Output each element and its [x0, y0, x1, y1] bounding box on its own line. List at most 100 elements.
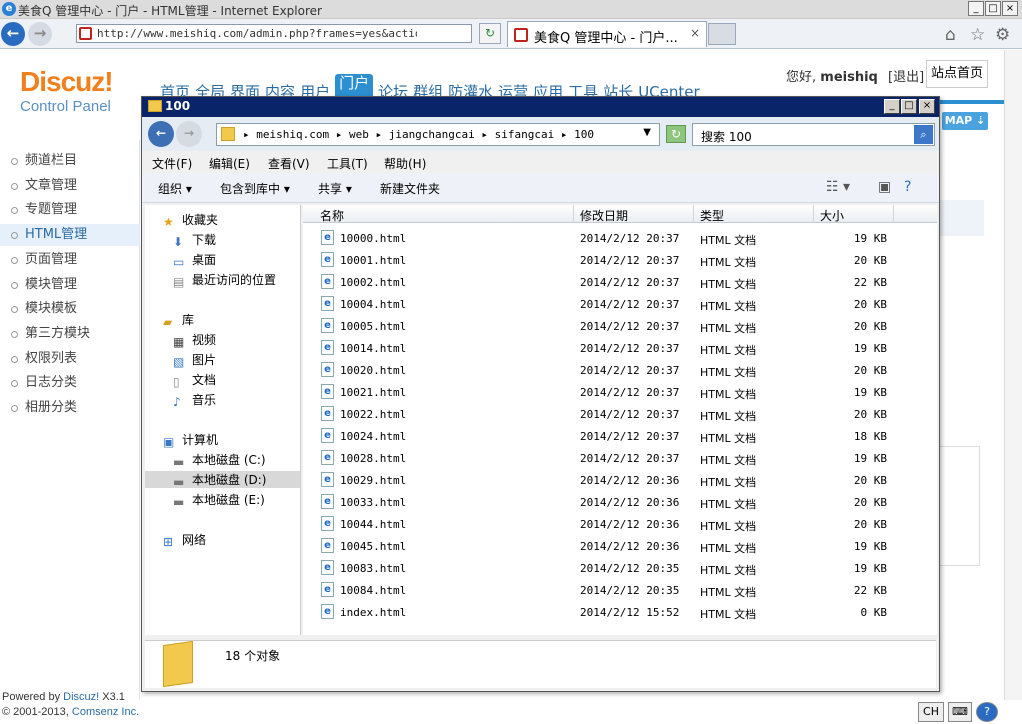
column-divider[interactable] — [813, 205, 814, 223]
file-row[interactable]: e index.html 2014/2/12 15:52 HTML 文档 0 KB — [303, 601, 937, 623]
column-header[interactable]: 名称 — [320, 207, 344, 224]
explorer-minimize-button[interactable]: _ — [884, 99, 900, 114]
logout-link[interactable]: [退出] — [888, 70, 924, 85]
file-row[interactable]: e 10044.html 2014/2/12 20:36 HTML 文档 20 KB — [303, 513, 937, 535]
file-row[interactable]: e 10045.html 2014/2/12 20:36 HTML 文档 19 KB — [303, 535, 937, 557]
explorer-back-button[interactable]: ← — [148, 121, 174, 147]
file-row[interactable]: e 10024.html 2014/2/12 20:37 HTML 文档 18 KB — [303, 425, 937, 447]
view-options-icon[interactable]: ☷ ▾ — [826, 179, 850, 195]
minimize-button[interactable]: _ — [968, 1, 984, 16]
tab-close-icon[interactable]: × — [690, 26, 700, 40]
browser-tab[interactable]: 美食Q 管理中心 - 门户... × — [507, 21, 707, 47]
nav-pane-item[interactable]: ▯ 文档 — [173, 371, 216, 389]
forward-button[interactable]: → — [28, 22, 52, 46]
map-button[interactable]: MAP ⇣ — [942, 112, 988, 130]
file-size: 19 KB — [853, 452, 887, 465]
menu-item[interactable]: 工具(T) — [327, 155, 368, 172]
address-bar[interactable]: http://www.meishiq.com/admin.php?frames=… — [76, 24, 472, 43]
toolbar-button[interactable]: 组织 ▾ — [158, 180, 192, 197]
path-text[interactable]: ▸ meishiq.com ▸ web ▸ jiangchangcai ▸ si… — [243, 128, 594, 141]
menu-item[interactable]: 查看(V) — [268, 155, 310, 172]
nav-pane-item[interactable]: ▰ 库 — [163, 311, 194, 329]
sidebar-item[interactable]: HTML管理 — [0, 224, 140, 247]
nav-pane-item[interactable]: ▦ 视频 — [173, 331, 216, 349]
refresh-button[interactable]: ↻ — [479, 23, 501, 44]
help-icon[interactable]: ? — [904, 179, 911, 195]
file-row[interactable]: e 10022.html 2014/2/12 20:37 HTML 文档 20 KB — [303, 403, 937, 425]
sidebar-item[interactable]: 第三方模块 — [0, 323, 140, 345]
menu-item[interactable]: 编辑(E) — [209, 155, 250, 172]
explorer-title-bar[interactable]: 100 _ □ × — [142, 97, 939, 117]
explorer-close-button[interactable]: × — [919, 99, 935, 114]
nav-pane-item[interactable]: ★ 收藏夹 — [163, 211, 218, 229]
help-tray-icon[interactable]: ? — [976, 702, 998, 722]
file-row[interactable]: e 10020.html 2014/2/12 20:37 HTML 文档 20 KB — [303, 359, 937, 381]
file-row[interactable]: e 10028.html 2014/2/12 20:37 HTML 文档 19 KB — [303, 447, 937, 469]
address-url[interactable]: http://www.meishiq.com/admin.php?frames=… — [97, 27, 417, 40]
new-tab-button[interactable] — [708, 23, 736, 45]
refresh-icon[interactable]: ↻ — [666, 125, 686, 143]
file-row[interactable]: e 10014.html 2014/2/12 20:37 HTML 文档 19 KB — [303, 337, 937, 359]
ime-indicator[interactable]: CH — [918, 702, 944, 722]
maximize-button[interactable]: □ — [985, 1, 1001, 16]
file-row[interactable]: e 10004.html 2014/2/12 20:37 HTML 文档 20 KB — [303, 293, 937, 315]
favorites-star-icon[interactable]: ☆ — [970, 25, 985, 45]
nav-pane-item[interactable]: ▧ 图片 — [173, 351, 216, 369]
nav-pane-item[interactable]: ⬇ 下载 — [173, 231, 216, 249]
toolbar-button[interactable]: 包含到库中 ▾ — [220, 180, 290, 197]
toolbar-button[interactable]: 共享 ▾ — [318, 180, 352, 197]
file-row[interactable]: e 10084.html 2014/2/12 20:35 HTML 文档 22 KB — [303, 579, 937, 601]
sidebar-item[interactable]: 文章管理 — [0, 175, 140, 197]
toolbar-button[interactable]: 新建文件夹 — [380, 180, 440, 197]
column-divider[interactable] — [893, 205, 894, 223]
sidebar-item[interactable]: 专题管理 — [0, 199, 140, 221]
nav-pane-item[interactable]: ⊞ 网络 — [163, 531, 206, 549]
nav-pane-item[interactable]: ▭ 桌面 — [173, 251, 216, 269]
column-divider[interactable] — [693, 205, 694, 223]
nav-pane-item[interactable]: ▤ 最近访问的位置 — [173, 271, 276, 289]
menu-item[interactable]: 帮助(H) — [384, 155, 426, 172]
close-button[interactable]: × — [1002, 1, 1018, 16]
home-icon[interactable]: ⌂ — [945, 25, 956, 45]
sidebar-item[interactable]: 模块模板 — [0, 298, 140, 320]
footer-brand-link[interactable]: Discuz! — [63, 691, 99, 703]
nav-pane-item[interactable]: ▬ 本地磁盘 (C:) — [173, 451, 266, 469]
file-row[interactable]: e 10005.html 2014/2/12 20:37 HTML 文档 20 KB — [303, 315, 937, 337]
file-row[interactable]: e 10002.html 2014/2/12 20:37 HTML 文档 22 KB — [303, 271, 937, 293]
sidebar-item[interactable]: 日志分类 — [0, 372, 140, 394]
nav-pane-item[interactable]: ▬ 本地磁盘 (D:) — [145, 471, 300, 489]
menu-item[interactable]: 文件(F) — [152, 155, 192, 172]
explorer-path-bar[interactable]: ▸ meishiq.com ▸ web ▸ jiangchangcai ▸ si… — [216, 123, 660, 146]
column-header[interactable]: 类型 — [700, 207, 724, 224]
file-row[interactable]: e 10001.html 2014/2/12 20:37 HTML 文档 20 KB — [303, 249, 937, 271]
sidebar-item[interactable]: 页面管理 — [0, 249, 140, 271]
explorer-search-box[interactable]: 搜索 100 ⌕ — [692, 123, 935, 146]
file-row[interactable]: e 10083.html 2014/2/12 20:35 HTML 文档 19 KB — [303, 557, 937, 579]
column-header[interactable]: 大小 — [820, 207, 844, 224]
footer-company-link[interactable]: Comsenz Inc. — [72, 706, 139, 718]
sidebar-item[interactable]: 权限列表 — [0, 348, 140, 370]
file-row[interactable]: e 10029.html 2014/2/12 20:36 HTML 文档 20 KB — [303, 469, 937, 491]
page-scrollbar[interactable] — [1004, 50, 1022, 700]
keyboard-icon[interactable]: ⌨ — [948, 702, 972, 722]
file-row[interactable]: e 10021.html 2014/2/12 20:37 HTML 文档 19 KB — [303, 381, 937, 403]
explorer-maximize-button[interactable]: □ — [901, 99, 917, 114]
file-row[interactable]: e 10000.html 2014/2/12 20:37 HTML 文档 19 KB — [303, 227, 937, 249]
file-row[interactable]: e 10033.html 2014/2/12 20:36 HTML 文档 20 KB — [303, 491, 937, 513]
preview-pane-icon[interactable]: ▣ — [878, 179, 891, 195]
nav-pane-item[interactable]: ▣ 计算机 — [163, 431, 218, 449]
explorer-menu-bar: 文件(F) 编辑(E) 查看(V) 工具(T) 帮助(H) — [142, 151, 939, 173]
nav-pane-item[interactable]: ♪ 音乐 — [173, 391, 216, 409]
column-header[interactable]: 修改日期 — [580, 207, 628, 224]
tools-gear-icon[interactable]: ⚙ — [995, 25, 1010, 45]
sidebar-item[interactable]: 模块管理 — [0, 274, 140, 296]
sidebar-item[interactable]: 频道栏目 — [0, 150, 140, 172]
site-home-button[interactable]: 站点首页 — [926, 60, 988, 88]
nav-pane-item[interactable]: ▬ 本地磁盘 (E:) — [173, 491, 265, 509]
explorer-forward-button[interactable]: → — [176, 121, 202, 147]
sidebar-item[interactable]: 相册分类 — [0, 397, 140, 419]
back-button[interactable]: ← — [1, 22, 25, 46]
column-divider[interactable] — [573, 205, 574, 223]
path-dropdown-icon[interactable]: ▼ — [643, 127, 651, 138]
search-icon[interactable]: ⌕ — [914, 125, 933, 144]
